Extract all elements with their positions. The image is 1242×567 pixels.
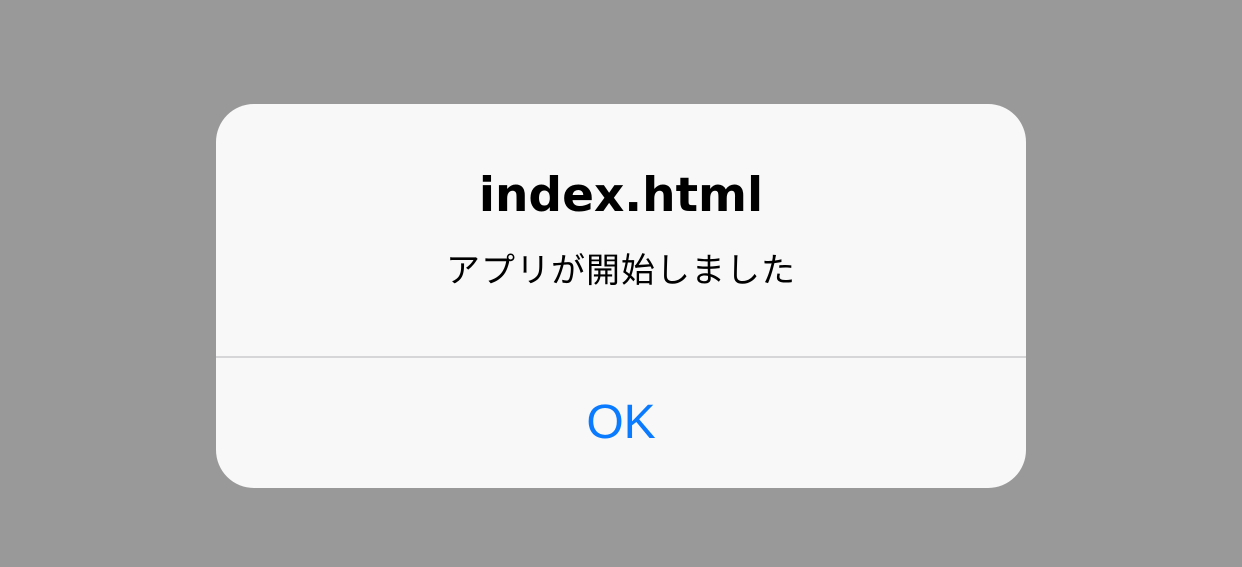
ok-button[interactable]: OK [216,358,1026,488]
alert-dialog: index.html アプリが開始しました OK [216,104,1026,488]
ok-button-label: OK [586,396,656,449]
alert-message: アプリが開始しました [446,251,796,291]
alert-title: index.html [478,168,764,223]
alert-content: index.html アプリが開始しました [216,104,1026,356]
